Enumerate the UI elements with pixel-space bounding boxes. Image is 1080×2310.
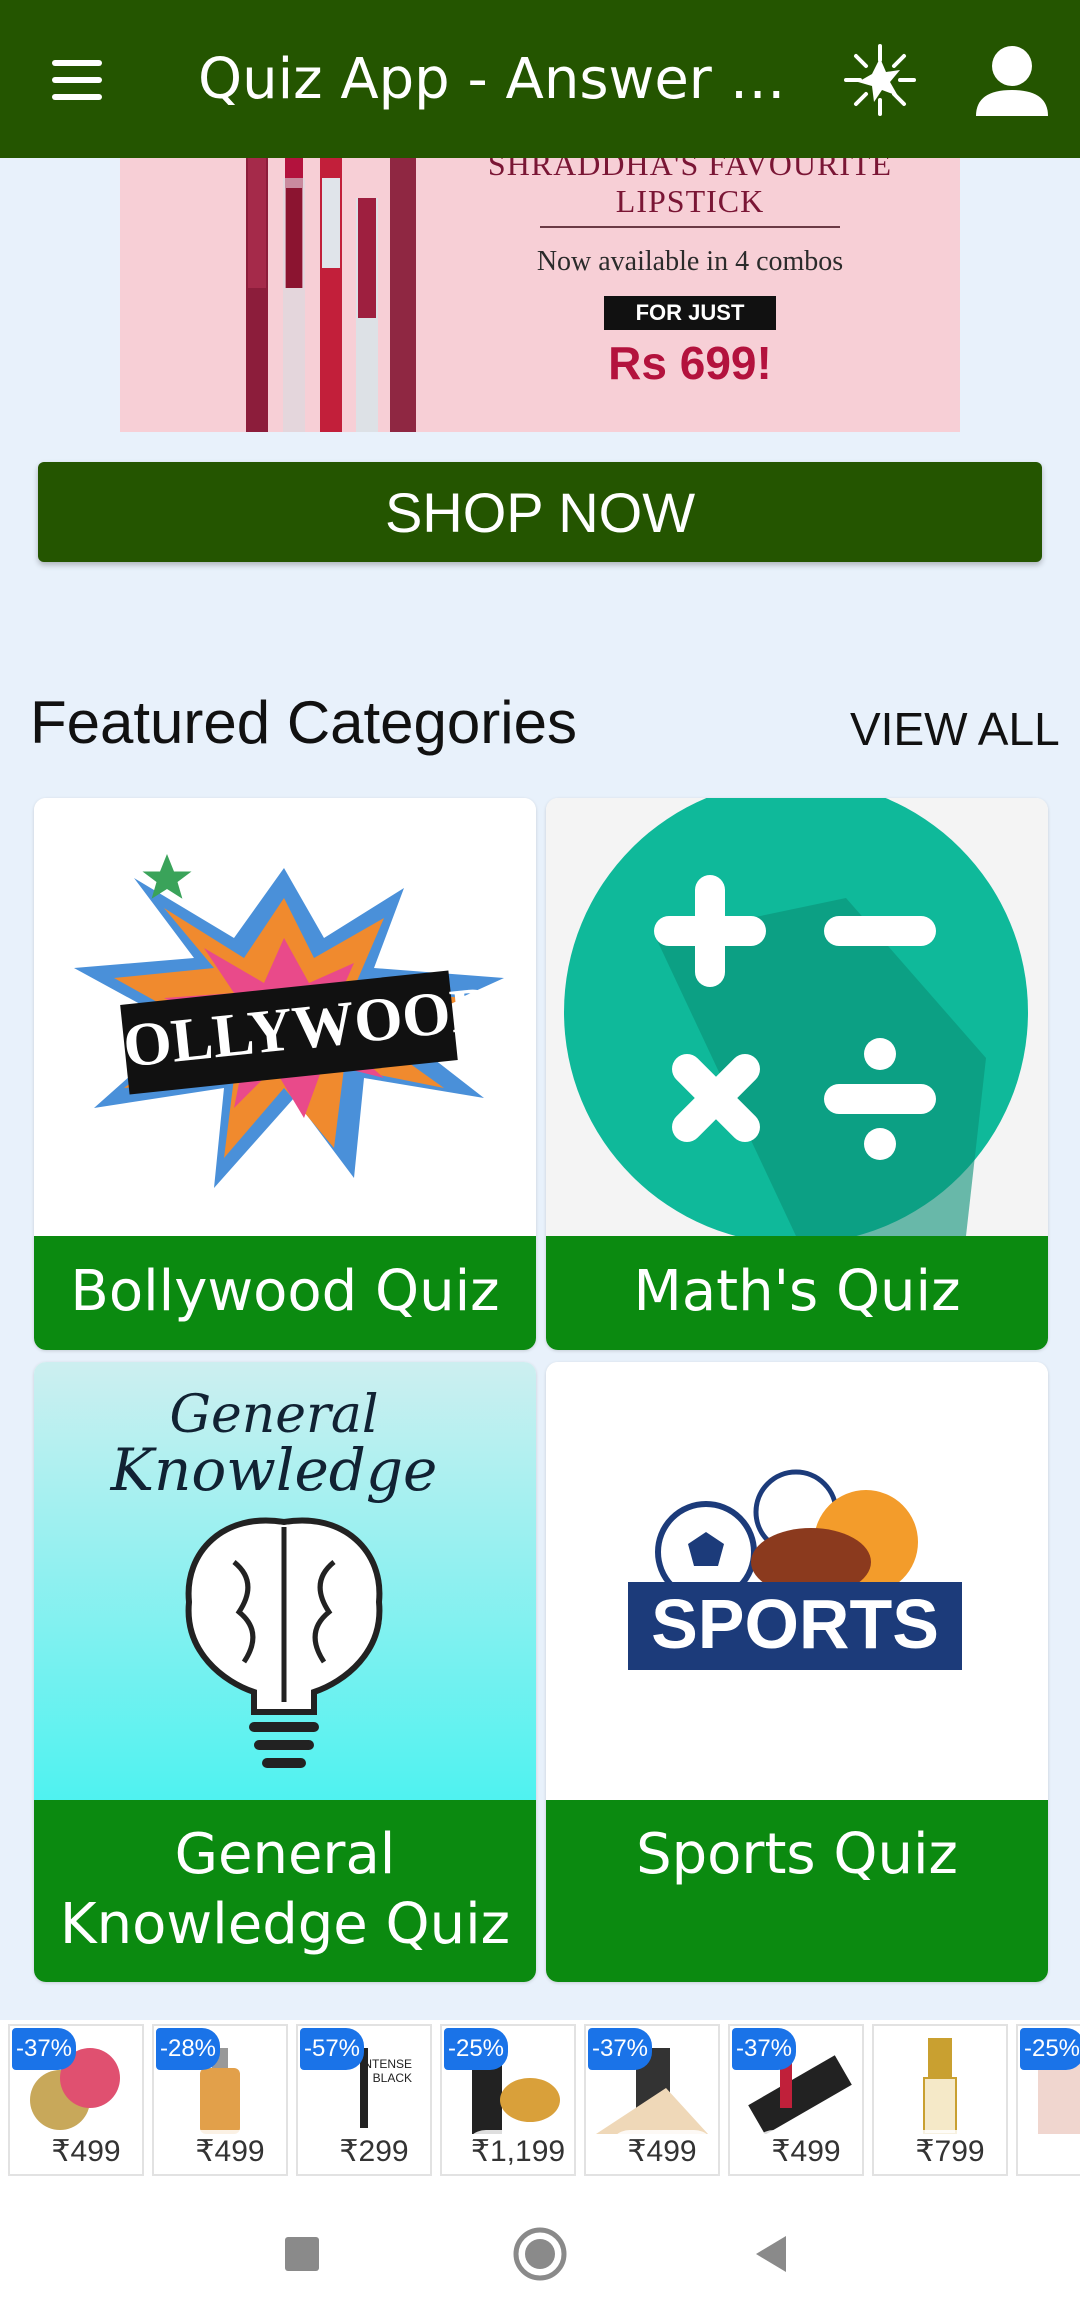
theme-icon[interactable] (840, 40, 920, 120)
category-card-math[interactable]: Math's Quiz (546, 798, 1048, 1350)
banner-divider (540, 226, 840, 228)
section-title: Featured Categories (30, 689, 577, 756)
discount-badge: -37% (12, 2028, 76, 2070)
discount-badge: -37% (588, 2028, 652, 2070)
product-price: ₹499 (32, 2130, 140, 2174)
banner-headline: SHRADDHA'S FAVOURITE LIPSTICK (487, 158, 893, 219)
category-label: Sports Quiz (546, 1800, 1048, 1982)
product-price: ₹499 (608, 2130, 716, 2174)
lipstick-image (246, 158, 416, 432)
app-title: Quiz App - Answer an… (198, 47, 798, 112)
discount-badge: -25% (444, 2028, 508, 2070)
discount-badge: -28% (156, 2028, 220, 2070)
category-label: General Knowledge Quiz (34, 1800, 536, 1982)
banner-subtext: Now available in 4 combos (536, 246, 844, 277)
product-card[interactable]: -37% ₹499 (584, 2024, 720, 2176)
discount-badge: -25% (1020, 2028, 1080, 2070)
banner-price: Rs 699! (608, 337, 772, 389)
sports-image: SPORTS (546, 1362, 1048, 1800)
product-card[interactable]: -25% (1016, 2024, 1080, 2176)
product-card[interactable]: INTENSE BLACK -57% ₹299 (296, 2024, 432, 2176)
product-price: ₹499 (752, 2130, 860, 2174)
product-strip: -37% ₹499 -28% ₹499 INTENSE BLACK -57% ₹2… (0, 2020, 1080, 2184)
category-label: Math's Quiz (546, 1236, 1048, 1350)
banner-tag: FOR JUST (604, 296, 776, 330)
ad-banner[interactable]: SHRADDHA'S FAVOURITE LIPSTICK Now availa… (120, 158, 960, 432)
back-button[interactable] (732, 2214, 812, 2294)
bollywood-image: BOLLYWOOD (34, 798, 536, 1236)
svg-text:INTENSE: INTENSE (360, 2057, 412, 2071)
product-card[interactable]: -28% ₹499 (152, 2024, 288, 2176)
shop-now-button[interactable]: SHOP NOW (38, 462, 1042, 562)
account-icon[interactable] (972, 42, 1052, 122)
system-nav-bar (0, 2184, 1080, 2310)
app-bar: Quiz App - Answer an… (0, 0, 1080, 158)
category-card-sports[interactable]: SPORTS Sports Quiz (546, 1362, 1048, 1982)
general-knowledge-image: General Knowledge (34, 1362, 536, 1800)
sports-image-text: SPORTS (651, 1585, 939, 1663)
math-image (546, 798, 1048, 1236)
svg-text:BLACK: BLACK (373, 2071, 412, 2085)
view-all-link[interactable]: VIEW ALL (850, 702, 1060, 756)
category-card-general-knowledge[interactable]: General Knowledge General Knowledge Quiz (34, 1362, 536, 1982)
menu-icon[interactable] (40, 50, 114, 110)
discount-badge: -57% (300, 2028, 364, 2070)
product-card[interactable]: ₹799 (872, 2024, 1008, 2176)
product-card[interactable]: -37% ₹499 (8, 2024, 144, 2176)
home-button[interactable] (500, 2214, 580, 2294)
gk-image-text-2: Knowledge (110, 1436, 438, 1504)
product-price: ₹799 (896, 2130, 1004, 2174)
category-card-bollywood[interactable]: BOLLYWOOD Bollywood Quiz (34, 798, 536, 1350)
product-card[interactable]: -25% ₹1,199 (440, 2024, 576, 2176)
category-label: Bollywood Quiz (34, 1236, 536, 1350)
product-price: ₹499 (176, 2130, 284, 2174)
product-price: ₹299 (320, 2130, 428, 2174)
discount-badge: -37% (732, 2028, 796, 2070)
product-card[interactable]: -37% ₹499 (728, 2024, 864, 2176)
recents-button[interactable] (262, 2214, 342, 2294)
product-image (923, 2038, 957, 2134)
product-price: ₹1,199 (464, 2130, 572, 2174)
